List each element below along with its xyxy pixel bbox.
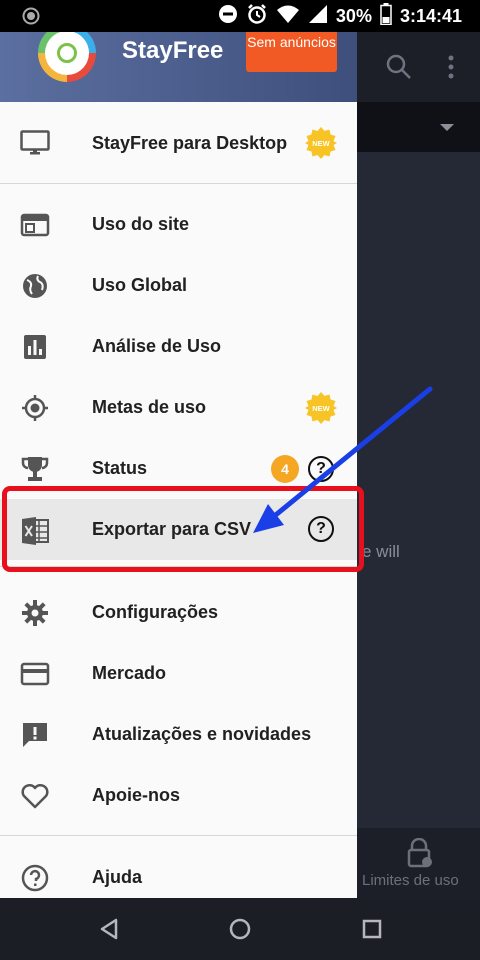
lock-clock-icon	[406, 837, 434, 873]
no-ads-button[interactable]: Sem anúncios	[246, 32, 337, 72]
divider	[0, 835, 357, 836]
menu-item-usage-goals[interactable]: Metas de uso NEW	[0, 377, 357, 438]
menu-item-market[interactable]: Mercado	[0, 643, 357, 704]
navigation-bar	[0, 898, 480, 960]
recents-icon[interactable]	[359, 916, 385, 942]
menu-item-support[interactable]: Apoie-nos	[0, 765, 357, 826]
menu-item-site-usage-label: Uso do site	[92, 214, 190, 234]
globe-icon	[20, 272, 50, 300]
menu-item-global-usage[interactable]: Uso Global	[0, 255, 357, 316]
notification-dot-icon	[22, 7, 40, 30]
alarm-icon	[246, 3, 268, 30]
background-bottom-tab-label: Limites de uso	[362, 872, 459, 889]
menu-item-settings[interactable]: Configurações	[0, 582, 357, 643]
app-logo	[38, 32, 96, 82]
menu-item-usage-goals-label: Metas de uso	[92, 397, 207, 417]
menu-item-global-usage-label: Uso Global	[92, 275, 188, 295]
home-icon[interactable]	[227, 916, 253, 942]
battery-icon	[380, 2, 392, 30]
menu-item-updates[interactable]: Atualizações e novidades	[0, 704, 357, 765]
app-name: StayFree	[122, 37, 224, 64]
browser-window-icon	[20, 211, 50, 239]
signal-icon	[308, 4, 328, 29]
status-bar: 30% 3:14:41	[0, 0, 480, 32]
wifi-icon	[276, 4, 300, 29]
menu-item-usage-analysis[interactable]: Análise de Uso	[0, 316, 357, 377]
drawer-header: StayFree Sem anúncios	[0, 32, 357, 102]
dropdown-caret-icon[interactable]	[440, 124, 454, 131]
status-count-badge: 4	[271, 455, 299, 483]
help-circle-icon	[20, 864, 50, 892]
menu-item-support-label: Apoie-nos	[92, 785, 180, 805]
navigation-drawer: StayFree Sem anúncios StayFree para Desk…	[0, 32, 357, 898]
menu-item-market-label: Mercado	[92, 663, 167, 683]
back-icon[interactable]	[97, 916, 123, 942]
more-options-icon[interactable]	[446, 54, 456, 85]
do-not-disturb-icon	[218, 4, 238, 29]
new-badge-text: NEW	[312, 139, 330, 148]
trophy-icon	[20, 455, 50, 483]
divider	[0, 183, 357, 184]
bar-chart-icon	[20, 333, 50, 361]
desktop-monitor-icon	[20, 130, 50, 158]
menu-item-usage-analysis-label: Análise de Uso	[92, 336, 222, 356]
new-badge-icon: NEW	[305, 392, 337, 424]
status-help-button[interactable]: ?	[308, 456, 334, 482]
menu-item-help-label: Ajuda	[92, 867, 143, 887]
background-partial-text: e will	[362, 542, 400, 561]
clock: 3:14:41	[399, 5, 462, 26]
search-icon[interactable]	[386, 54, 412, 85]
menu-item-site-usage[interactable]: Uso do site	[0, 194, 357, 255]
target-icon	[20, 394, 50, 422]
credit-card-icon	[20, 660, 50, 688]
heart-icon	[20, 782, 50, 810]
menu-item-settings-label: Configurações	[92, 602, 219, 622]
highlight-box	[2, 486, 364, 572]
new-badge-icon: NEW	[305, 127, 337, 159]
feedback-alert-icon	[20, 721, 50, 749]
new-badge-text: NEW	[312, 404, 330, 413]
battery-percent: 30%	[335, 5, 372, 26]
menu-item-desktop-label: StayFree para Desktop	[92, 133, 288, 153]
menu-item-help[interactable]: Ajuda	[0, 847, 357, 898]
menu-item-updates-label: Atualizações e novidades	[92, 724, 312, 744]
gear-icon	[20, 599, 50, 627]
menu-item-desktop[interactable]: StayFree para Desktop NEW	[0, 113, 357, 174]
